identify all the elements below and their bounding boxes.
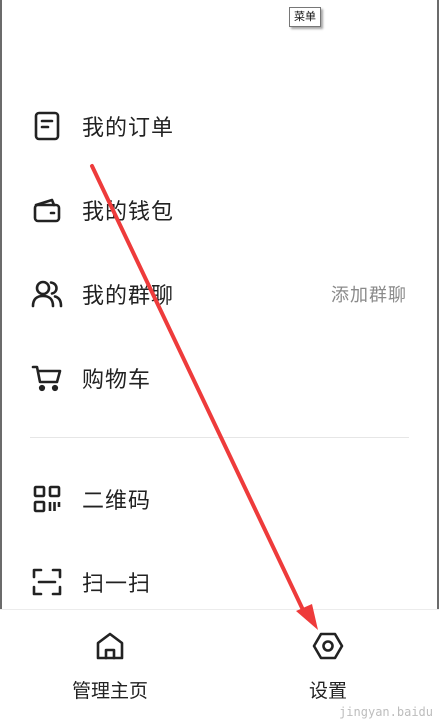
watermark: jingyan.baidu: [339, 705, 433, 719]
menu-item-wallet[interactable]: 我的钱包: [30, 185, 409, 235]
menu-item-qrcode[interactable]: 二维码: [30, 474, 409, 524]
tab-settings[interactable]: 设置: [273, 628, 383, 703]
tab-label: 管理主页: [71, 680, 148, 702]
menu-item-label: 我的订单: [82, 116, 175, 141]
settings-icon: [312, 628, 344, 664]
home-icon: [95, 628, 125, 664]
menu-tooltip: 菜单: [289, 7, 321, 27]
menu-item-label: 购物车: [82, 368, 152, 393]
wallet-icon: [30, 193, 64, 227]
qrcode-icon: [30, 482, 64, 516]
group-chat-icon: [30, 277, 64, 311]
cart-icon: [30, 361, 64, 395]
add-group-chat-link[interactable]: 添加群聊: [331, 281, 407, 307]
menu-item-cart[interactable]: 购物车: [30, 353, 409, 403]
tab-manage-home[interactable]: 管理主页: [55, 628, 165, 703]
menu-item-label: 我的群聊: [82, 284, 175, 309]
menu-item-orders[interactable]: 我的订单: [30, 101, 409, 151]
menu-item-label: 我的钱包: [82, 200, 175, 225]
tab-label: 设置: [308, 680, 347, 702]
scan-icon: [30, 565, 64, 599]
menu-item-label: 二维码: [82, 489, 152, 514]
menu-item-group-chats[interactable]: 我的群聊 添加群聊: [30, 269, 409, 319]
order-icon: [30, 109, 64, 143]
menu-item-scan[interactable]: 扫一扫: [30, 557, 409, 607]
menu-divider: [30, 437, 409, 438]
menu-item-label: 扫一扫: [82, 572, 152, 597]
